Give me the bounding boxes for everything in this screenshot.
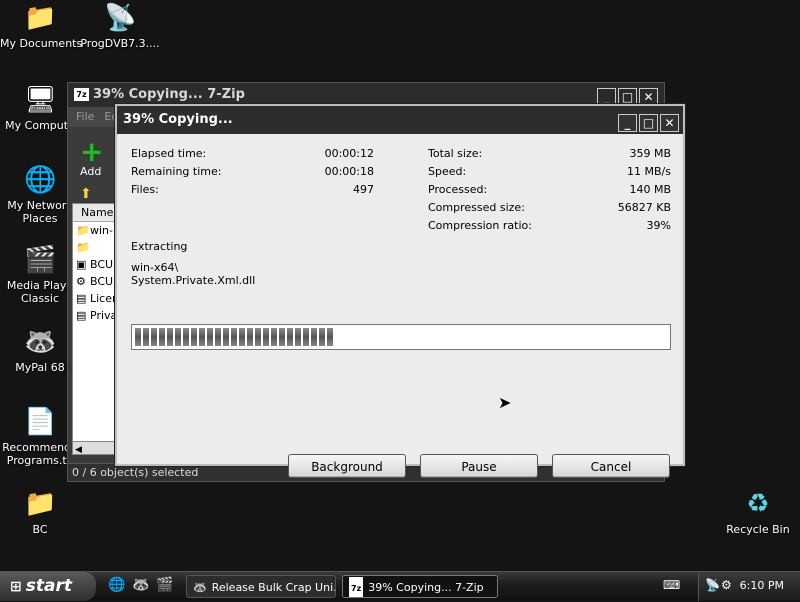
dialog-title: 39% Copying... [123, 112, 233, 127]
progress-segment [159, 328, 165, 346]
progress-segment [287, 328, 293, 346]
minimize-icon[interactable]: _ [618, 114, 637, 132]
tray-satellite-icon[interactable]: 📡 [705, 578, 720, 592]
progress-segment [183, 328, 189, 346]
progress-segment [239, 328, 245, 346]
exe-icon: ▣ [76, 258, 87, 271]
computer-icon: 🖥 [24, 85, 58, 115]
taskbar: ⊞ start 🌐 🦝 🎬 🦝 Release Bulk Crap Uni... 7… [0, 571, 800, 601]
progress-segment [215, 328, 221, 346]
progress-bar [131, 324, 671, 350]
progress-segment [247, 328, 253, 346]
dialog-titlebar[interactable]: 39% Copying... _ □ ✕ [117, 106, 683, 134]
progress-segment [175, 328, 181, 346]
list-item[interactable]: ▤ Licer [73, 290, 121, 307]
keyboard-layout-icon[interactable]: ⌨ [663, 578, 680, 592]
progress-segment [143, 328, 149, 346]
list-item[interactable]: 📁 [73, 239, 121, 256]
stat-total-size: Total size: 359 MB [428, 147, 671, 160]
operation-label: Extracting [131, 240, 188, 253]
dialog-body: Elapsed time: 00:00:12 Remaining time: 0… [117, 134, 683, 478]
raccoon-icon: 🦝 [24, 327, 57, 357]
quicklaunch-media-player-icon[interactable]: 🎬 [156, 577, 173, 593]
mouse-cursor-icon: ➤ [498, 393, 512, 412]
list-item[interactable]: 📁win- [73, 222, 121, 239]
stat-files: Files: 497 [131, 183, 374, 196]
list-item[interactable]: ▣ BCU [73, 256, 121, 273]
bg-window-title: 39% Copying... 7-Zip [93, 87, 245, 102]
start-button[interactable]: ⊞ start [0, 572, 96, 601]
taskbar-item-bcu[interactable]: 🦝 Release Bulk Crap Uni... [186, 575, 336, 598]
progress-segment [327, 328, 333, 346]
progress-bar-fill [135, 328, 342, 346]
stat-remaining-time: Remaining time: 00:00:18 [131, 165, 374, 178]
progress-segment [151, 328, 157, 346]
progress-segment [223, 328, 229, 346]
clock[interactable]: 6:10 PM [740, 579, 784, 592]
column-header-name[interactable]: Name [73, 204, 121, 222]
list-item[interactable]: ▤ Priva [73, 307, 121, 324]
list-item[interactable]: ⚙ BCU [73, 273, 121, 290]
clapperboard-icon: 🎬 [24, 245, 57, 275]
app-icon: ⚙ [76, 275, 86, 288]
taskbar-item-7zip[interactable]: 7z 39% Copying... 7-Zip [342, 575, 498, 598]
desktop-icon-bc[interactable]: 📁 BC [0, 488, 80, 536]
windows-flag-icon: ⊞ [10, 579, 22, 595]
text-file-icon: 📄 [24, 407, 57, 437]
background-button[interactable]: Background [288, 454, 406, 478]
current-file: System.Private.Xml.dll [131, 274, 256, 287]
system-tray: 📡 ⚙ 6:10 PM [698, 572, 800, 601]
folder-icon: 📁 [76, 241, 90, 254]
cancel-button[interactable]: Cancel [552, 454, 670, 478]
progress-segment [295, 328, 301, 346]
quicklaunch-ie-icon[interactable]: 🌐 [108, 577, 125, 593]
text-file-icon: ▤ [76, 292, 87, 305]
progress-segment [319, 328, 325, 346]
stat-elapsed-time: Elapsed time: 00:00:12 [131, 147, 374, 160]
desktop-icon-progdvb[interactable]: 📡 ProgDVB7.3.... [80, 2, 160, 50]
scroll-left-icon[interactable]: ◀ [73, 445, 82, 455]
stat-processed: Processed: 140 MB [428, 183, 671, 196]
7zip-app-icon: 7z [74, 88, 89, 101]
progress-segment [167, 328, 173, 346]
network-globe-icon: 🌐 [24, 165, 57, 195]
current-path: win-x64\ [131, 261, 179, 274]
close-icon[interactable]: ✕ [660, 114, 679, 132]
recycle-bin-icon: ♻ [746, 489, 770, 519]
maximize-icon[interactable]: □ [639, 114, 658, 132]
progress-segment [303, 328, 309, 346]
progress-segment [231, 328, 237, 346]
progress-segment [271, 328, 277, 346]
stat-speed: Speed: 11 MB/s [428, 165, 671, 178]
stat-compressed-size: Compressed size: 56827 KB [428, 201, 671, 214]
folder-icon: 📁 [24, 3, 57, 33]
copying-progress-dialog[interactable]: 39% Copying... _ □ ✕ Elapsed time: 00:00:1… [115, 104, 685, 478]
text-file-icon: ▤ [76, 309, 87, 322]
progress-segment [199, 328, 205, 346]
quicklaunch-mypal-icon[interactable]: 🦝 [132, 577, 149, 593]
progress-segment [279, 328, 285, 346]
progress-segment [263, 328, 269, 346]
progress-segment [311, 328, 317, 346]
menu-file[interactable]: File [76, 110, 94, 123]
pause-button[interactable]: Pause [420, 454, 538, 478]
stat-compression-ratio: Compression ratio: 39% [428, 219, 671, 232]
progress-segment [255, 328, 261, 346]
satellite-icon: 📡 [104, 3, 137, 33]
desktop-icon-my-documents[interactable]: 📁 My Documents [0, 2, 82, 50]
bcu-app-icon: 🦝 [193, 581, 207, 594]
desktop-icon-recycle-bin[interactable]: ♻ Recycle Bin [718, 488, 798, 536]
progress-segment [191, 328, 197, 346]
folder-icon: 📁 [24, 489, 57, 519]
7zip-app-icon: 7z [349, 577, 364, 597]
progress-segment [207, 328, 213, 346]
folder-icon: 📁 [76, 224, 90, 237]
tray-app-icon[interactable]: ⚙ [721, 578, 732, 592]
progress-segment [135, 328, 141, 346]
